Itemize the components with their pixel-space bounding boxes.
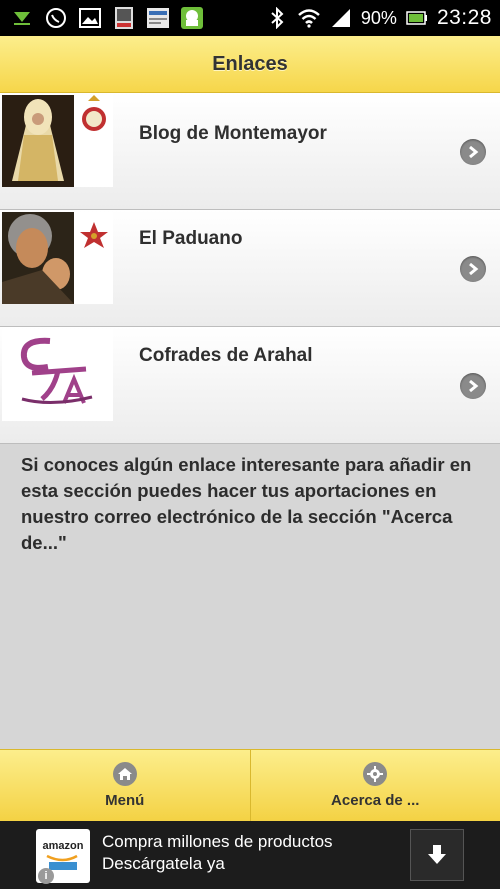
news-notification-icon xyxy=(146,6,170,30)
battery-icon xyxy=(405,6,429,30)
chevron-right-icon[interactable] xyxy=(460,139,486,165)
page-title: Enlaces xyxy=(212,52,288,75)
tab-label: Acerca de ... xyxy=(331,792,420,809)
home-icon xyxy=(112,762,137,786)
tab-menu[interactable]: Menú xyxy=(0,750,251,821)
ad-download-button[interactable] xyxy=(410,829,464,881)
link-item-blog-de-montemayor[interactable]: Blog de Montemayor xyxy=(0,93,500,210)
amazon-brand-text: amazon xyxy=(42,840,84,852)
gear-icon xyxy=(363,762,388,786)
signal-icon xyxy=(329,6,353,30)
link-label: Cofrades de Arahal xyxy=(139,345,313,366)
cofrades-logo xyxy=(2,329,113,421)
footer-nav: Menú Acerca de ... xyxy=(0,749,500,821)
wifi-icon xyxy=(297,6,321,30)
bluetooth-icon xyxy=(265,6,289,30)
status-bar: 90% 23:28 xyxy=(0,0,500,36)
status-bar-notifications xyxy=(0,6,204,30)
app-notification-icon xyxy=(112,6,136,30)
chevron-right-icon[interactable] xyxy=(460,373,486,399)
gallery-icon xyxy=(78,6,102,30)
whatsapp-icon xyxy=(44,6,68,30)
ad-info-icon[interactable]: i xyxy=(38,868,54,884)
download-arrow-icon xyxy=(428,845,446,864)
battery-percent: 90% xyxy=(360,7,397,28)
clock: 23:28 xyxy=(436,6,492,29)
ad-banner[interactable]: amazon Compra millones de productos Desc… xyxy=(0,821,500,889)
tab-label: Menú xyxy=(105,792,145,809)
paduano-image xyxy=(2,212,113,304)
link-label: El Paduano xyxy=(139,228,243,249)
montemayor-image xyxy=(2,95,113,187)
status-bar-system: 90% 23:28 xyxy=(265,6,500,30)
link-label: Blog de Montemayor xyxy=(139,123,327,144)
info-text: Si conoces algún enlace interesante para… xyxy=(21,454,472,553)
tab-about[interactable]: Acerca de ... xyxy=(250,750,500,821)
android-robot-icon xyxy=(180,6,204,30)
header-bar: Enlaces xyxy=(0,36,500,93)
links-list: Blog de Montemayor El Paduano Cofrades d… xyxy=(0,93,500,444)
download-notification-icon xyxy=(10,6,34,30)
ad-text: Compra millones de productos Descárgatel… xyxy=(102,832,333,873)
chevron-right-icon[interactable] xyxy=(460,256,486,282)
link-item-el-paduano[interactable]: El Paduano xyxy=(0,210,500,327)
link-item-cofrades-de-arahal[interactable]: Cofrades de Arahal xyxy=(0,327,500,444)
